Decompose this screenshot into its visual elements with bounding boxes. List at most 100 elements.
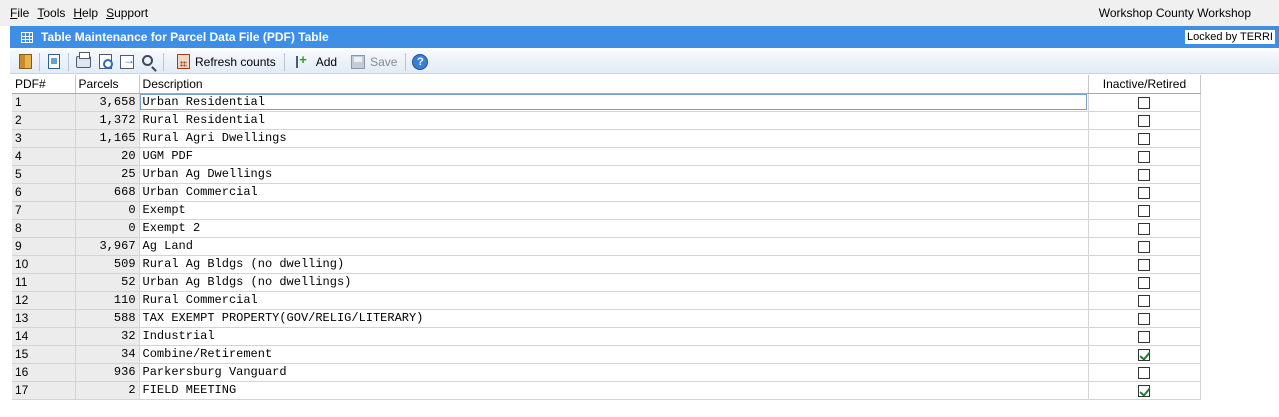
cell-description[interactable]: Rural Residential [139, 111, 1089, 130]
cell-pdf-number: 5 [12, 165, 76, 184]
search-icon[interactable] [140, 53, 158, 71]
inactive-checkbox[interactable] [1138, 168, 1151, 181]
inactive-checkbox[interactable] [1138, 294, 1151, 307]
inactive-checkbox[interactable] [1138, 348, 1151, 361]
cell-pdf-number: 1 [12, 93, 76, 112]
inactive-checkbox[interactable] [1138, 204, 1151, 217]
cell-description[interactable]: Parkersburg Vanguard [139, 363, 1089, 382]
inactive-checkbox[interactable] [1138, 96, 1151, 109]
cell-parcels: 3,967 [75, 237, 140, 256]
table-row[interactable]: 2 1,372 Rural Residential [12, 111, 1202, 130]
inactive-checkbox[interactable] [1138, 330, 1151, 343]
table-row[interactable]: 3 1,165 Rural Agri Dwellings [12, 129, 1202, 148]
menu-tools[interactable]: Tools [33, 6, 69, 20]
table-row[interactable]: 6 668 Urban Commercial [12, 183, 1202, 202]
cell-inactive [1088, 183, 1202, 202]
cell-description[interactable]: Rural Commercial [139, 291, 1089, 310]
inactive-checkbox[interactable] [1138, 114, 1151, 127]
cell-description[interactable]: Rural Ag Bldgs (no dwelling) [139, 255, 1089, 274]
cell-pdf-number: 16 [12, 363, 76, 382]
toolbar-separator [39, 52, 40, 71]
cell-description[interactable]: Exempt [139, 201, 1089, 220]
exit-icon[interactable] [16, 53, 34, 71]
cell-description[interactable]: Urban Ag Dwellings [139, 165, 1089, 184]
table-row[interactable]: 11 52 Urban Ag Bldgs (no dwellings) [12, 273, 1202, 292]
menu-help[interactable]: Help [69, 6, 102, 20]
table-row[interactable]: 4 20 UGM PDF [12, 147, 1202, 166]
cell-inactive [1088, 165, 1202, 184]
cell-description[interactable]: Combine/Retirement [139, 345, 1089, 364]
cell-parcels: 1,165 [75, 129, 140, 148]
table-row[interactable]: 14 32 Industrial [12, 327, 1202, 346]
column-header-parcels[interactable]: Parcels [75, 75, 140, 94]
cell-description[interactable]: Urban Ag Bldgs (no dwellings) [139, 273, 1089, 292]
table-body: 1 3,658 Urban Residential 2 1,372 Rural Resid… [12, 93, 1202, 400]
cell-inactive [1088, 381, 1202, 400]
cell-description[interactable]: Urban Commercial [139, 183, 1089, 202]
cell-inactive [1088, 147, 1202, 166]
cell-inactive [1088, 273, 1202, 292]
cell-description[interactable]: Industrial [139, 327, 1089, 346]
cell-description[interactable]: Exempt 2 [139, 219, 1089, 238]
cell-description[interactable]: Rural Agri Dwellings [139, 129, 1089, 148]
cell-parcels: 668 [75, 183, 140, 202]
cell-pdf-number: 6 [12, 183, 76, 202]
inactive-checkbox[interactable] [1138, 222, 1151, 235]
cell-inactive [1088, 345, 1202, 364]
inactive-checkbox[interactable] [1138, 186, 1151, 199]
export-icon[interactable] [118, 53, 136, 71]
table-row[interactable]: 17 2 FIELD MEETING [12, 381, 1202, 400]
table-row[interactable]: 7 0 Exempt [12, 201, 1202, 220]
cell-parcels: 509 [75, 255, 140, 274]
cell-description[interactable]: TAX EXEMPT PROPERTY(GOV/RELIG/LITERARY) [139, 309, 1089, 328]
help-glyph: ? [412, 53, 429, 70]
pdf-table: PDF# Parcels Description Inactive/Retire… [12, 75, 1202, 400]
inactive-checkbox[interactable] [1138, 258, 1151, 271]
menu-support-label: upport [114, 6, 149, 20]
cell-description[interactable]: Urban Residential [139, 93, 1089, 112]
cell-parcels: 25 [75, 165, 140, 184]
cell-inactive [1088, 111, 1202, 130]
table-row[interactable]: 10 509 Rural Ag Bldgs (no dwelling) [12, 255, 1202, 274]
refresh-counts-button[interactable]: Refresh counts [170, 53, 278, 71]
menu-file[interactable]: File [0, 6, 33, 20]
column-header-pdf[interactable]: PDF# [12, 75, 76, 94]
inactive-checkbox[interactable] [1138, 240, 1151, 253]
table-row[interactable]: 9 3,967 Ag Land [12, 237, 1202, 256]
inactive-checkbox[interactable] [1138, 276, 1151, 289]
menu-support[interactable]: Support [102, 6, 152, 20]
inactive-checkbox[interactable] [1138, 366, 1151, 379]
print-icon[interactable] [74, 51, 92, 71]
save-icon [349, 53, 367, 71]
save-button[interactable]: Save [345, 53, 399, 71]
cell-description[interactable]: Ag Land [139, 237, 1089, 256]
table-row[interactable]: 1 3,658 Urban Residential [12, 93, 1202, 112]
table-header-row: PDF# Parcels Description Inactive/Retire… [12, 75, 1202, 94]
table-row[interactable]: 12 110 Rural Commercial [12, 291, 1202, 310]
cell-description[interactable]: UGM PDF [139, 147, 1089, 166]
inactive-checkbox[interactable] [1138, 312, 1151, 325]
cell-pdf-number: 11 [12, 273, 76, 292]
cell-pdf-number: 4 [12, 147, 76, 166]
menu-help-accel: H [73, 6, 83, 20]
table-row[interactable]: 5 25 Urban Ag Dwellings [12, 165, 1202, 184]
table-row[interactable]: 16 936 Parkersburg Vanguard [12, 363, 1202, 382]
add-label: Add [315, 54, 338, 69]
cell-description[interactable]: FIELD MEETING [139, 381, 1089, 400]
inactive-checkbox[interactable] [1138, 150, 1151, 163]
toolbar: Refresh counts Add Save ? [10, 50, 1279, 74]
column-header-description[interactable]: Description [139, 75, 1089, 94]
cell-inactive [1088, 255, 1202, 274]
table-row[interactable]: 8 0 Exempt 2 [12, 219, 1202, 238]
inactive-checkbox[interactable] [1138, 132, 1151, 145]
document-icon[interactable] [45, 53, 63, 71]
table-row[interactable]: 15 34 Combine/Retirement [12, 345, 1202, 364]
add-button[interactable]: Add [291, 52, 339, 71]
print-preview-icon[interactable] [96, 53, 114, 71]
inactive-checkbox[interactable] [1138, 384, 1151, 397]
menu-bar: File Tools Help Support Workshop County … [0, 0, 1279, 26]
help-icon[interactable]: ? [411, 53, 429, 71]
table-row[interactable]: 13 588 TAX EXEMPT PROPERTY(GOV/RELIG/LITER… [12, 309, 1202, 328]
column-header-inactive[interactable]: Inactive/Retired [1088, 75, 1202, 94]
cell-inactive [1088, 327, 1202, 346]
